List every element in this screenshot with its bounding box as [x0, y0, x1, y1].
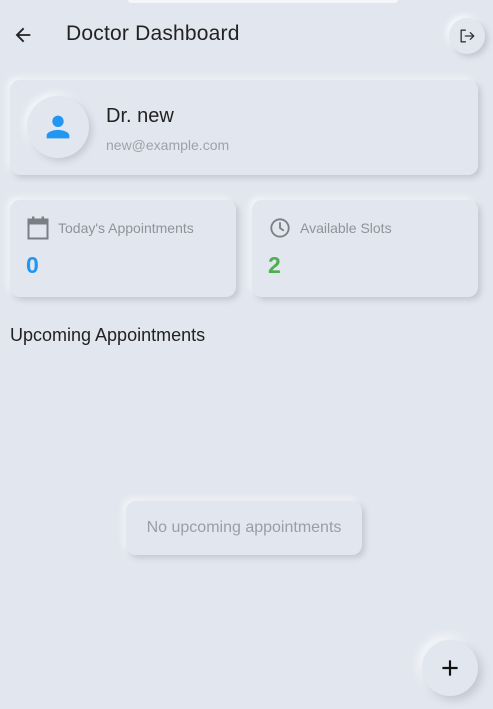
page-title: Doctor Dashboard: [66, 22, 240, 45]
calendar-icon: [27, 216, 49, 240]
stat-label: Today's Appointments: [58, 220, 194, 236]
clock-icon: [269, 216, 291, 240]
logout-button[interactable]: [449, 18, 485, 54]
back-button[interactable]: [8, 20, 38, 50]
empty-state-message: No upcoming appointments: [146, 519, 342, 536]
app-bar: Doctor Dashboard: [0, 0, 493, 72]
profile-card: Dr. new new@example.com: [10, 80, 478, 175]
add-button[interactable]: [422, 640, 478, 696]
stat-card-available-slots: Available Slots 2: [252, 200, 478, 297]
person-icon: [46, 115, 70, 139]
doctor-email: new@example.com: [106, 137, 230, 153]
empty-state-card: No upcoming appointments: [126, 501, 362, 555]
logout-icon: [460, 29, 475, 43]
section-title-upcoming-appointments: Upcoming Appointments: [10, 325, 206, 345]
doctor-name: Dr. new: [106, 105, 174, 127]
stat-card-todays-appointments: Today's Appointments 0: [10, 200, 236, 297]
stat-value: 0: [26, 252, 39, 278]
avatar: [27, 96, 89, 158]
stat-label: Available Slots: [300, 220, 392, 236]
plus-icon: [442, 660, 458, 676]
top-strip: [128, 0, 398, 3]
arrow-left-icon: [15, 27, 31, 43]
stat-value: 2: [268, 252, 281, 278]
